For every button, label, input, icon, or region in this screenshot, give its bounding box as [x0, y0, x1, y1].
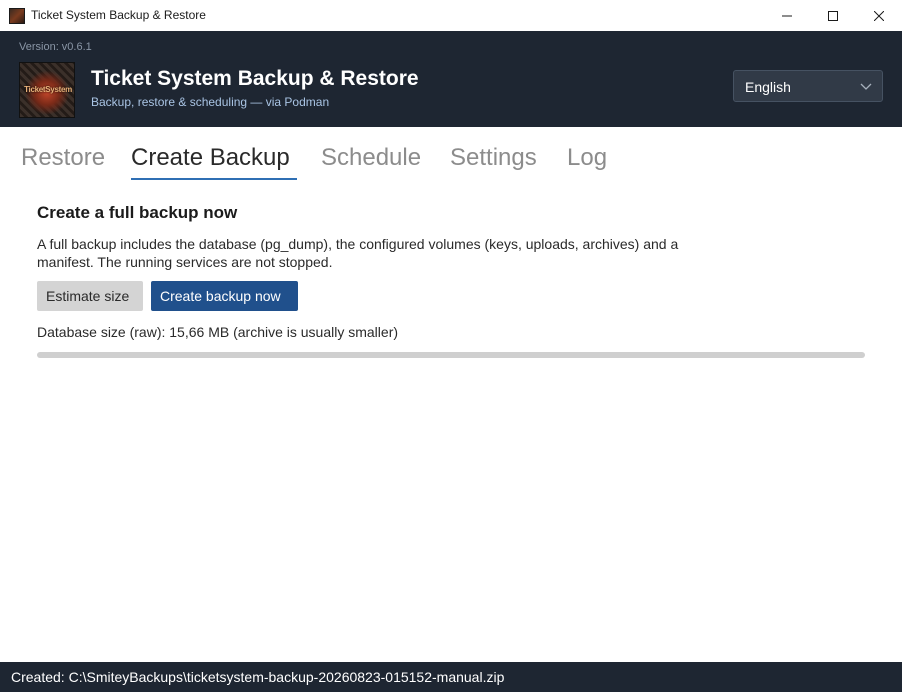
app-logo: TicketSystem [19, 62, 75, 118]
tab-settings[interactable]: Settings [450, 144, 537, 172]
app-subtitle: Backup, restore & scheduling — via Podma… [91, 95, 330, 109]
chevron-down-icon [860, 83, 872, 90]
window-titlebar: Ticket System Backup & Restore [0, 0, 902, 32]
app-icon [9, 8, 25, 24]
backup-description: A full backup includes the database (pg_… [37, 236, 679, 270]
tab-bar: Restore Create Backup Schedule Settings … [0, 127, 902, 183]
tab-create-backup[interactable]: Create Backup [131, 144, 290, 172]
minimize-button[interactable] [764, 0, 810, 31]
database-size-label: Database size (raw): 15,66 MB (archive i… [37, 324, 399, 340]
status-bar: Created: C:\SmiteyBackups\ticketsystem-b… [0, 662, 902, 692]
active-tab-indicator [131, 178, 297, 180]
tab-schedule[interactable]: Schedule [321, 144, 421, 172]
logo-text: TicketSystem [24, 85, 72, 94]
create-backup-button[interactable]: Create backup now [151, 281, 298, 311]
tab-log[interactable]: Log [567, 144, 607, 172]
window-title: Ticket System Backup & Restore [31, 8, 206, 22]
tab-restore[interactable]: Restore [21, 144, 105, 172]
close-icon [874, 10, 884, 21]
app-header: Version: v0.6.1 TicketSystem Ticket Syst… [0, 31, 902, 127]
minimize-icon [782, 15, 792, 16]
language-value: English [745, 79, 791, 95]
app-title: Ticket System Backup & Restore [91, 67, 419, 90]
status-text: Created: C:\SmiteyBackups\ticketsystem-b… [11, 669, 505, 685]
maximize-icon [828, 10, 838, 21]
maximize-button[interactable] [810, 0, 856, 31]
estimate-size-button[interactable]: Estimate size [37, 281, 143, 311]
section-heading: Create a full backup now [37, 203, 238, 222]
language-select[interactable]: English [733, 70, 883, 102]
version-label: Version: v0.6.1 [19, 41, 92, 53]
backup-progress-bar [37, 352, 865, 358]
close-button[interactable] [856, 0, 902, 31]
